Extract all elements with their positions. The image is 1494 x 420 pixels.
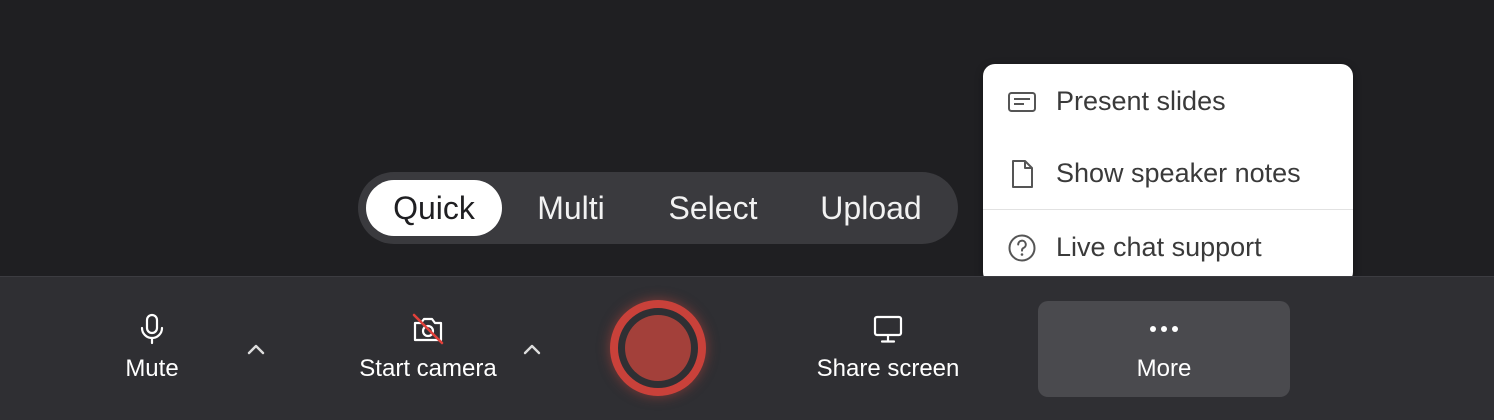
record-button[interactable] <box>610 300 706 396</box>
mute-label: Mute <box>125 355 179 382</box>
mode-option-quick[interactable]: Quick <box>366 180 502 236</box>
menu-item-label: Show speaker notes <box>1056 158 1301 188</box>
mode-option-multi[interactable]: Multi <box>512 180 630 236</box>
record-icon <box>625 315 691 381</box>
more-menu: Present slides Show speaker notes Live c… <box>983 64 1353 284</box>
slides-icon <box>1008 92 1036 112</box>
share-screen-label: Share screen <box>816 355 960 382</box>
menu-divider <box>983 209 1353 210</box>
more-button[interactable]: More <box>1038 301 1290 397</box>
mute-options-chevron-up-icon[interactable] <box>242 336 270 364</box>
mute-button[interactable]: Mute <box>102 300 202 396</box>
mode-option-select[interactable]: Select <box>646 180 780 236</box>
start-camera-button[interactable]: Start camera <box>343 300 513 396</box>
ellipsis-icon <box>1150 326 1178 332</box>
capture-mode-switch: Quick Multi Select Upload <box>358 172 958 244</box>
more-label: More <box>1136 355 1192 382</box>
menu-item-label: Present slides <box>1056 86 1226 116</box>
monitor-icon <box>873 315 903 343</box>
mode-option-upload[interactable]: Upload <box>796 180 946 236</box>
camera-off-icon <box>412 313 444 345</box>
menu-item-present-slides[interactable]: Present slides <box>983 66 1353 136</box>
microphone-icon <box>140 313 164 345</box>
help-circle-icon <box>1008 234 1036 262</box>
menu-item-label: Live chat support <box>1056 232 1262 262</box>
recorder-stage: Quick Multi Select Upload Present slides… <box>0 0 1494 420</box>
document-icon <box>1012 160 1033 188</box>
menu-item-live-chat-support[interactable]: Live chat support <box>983 212 1353 282</box>
start-camera-label: Start camera <box>359 355 497 382</box>
share-screen-button[interactable]: Share screen <box>805 300 971 396</box>
menu-item-show-speaker-notes[interactable]: Show speaker notes <box>983 138 1353 208</box>
camera-options-chevron-up-icon[interactable] <box>518 336 546 364</box>
